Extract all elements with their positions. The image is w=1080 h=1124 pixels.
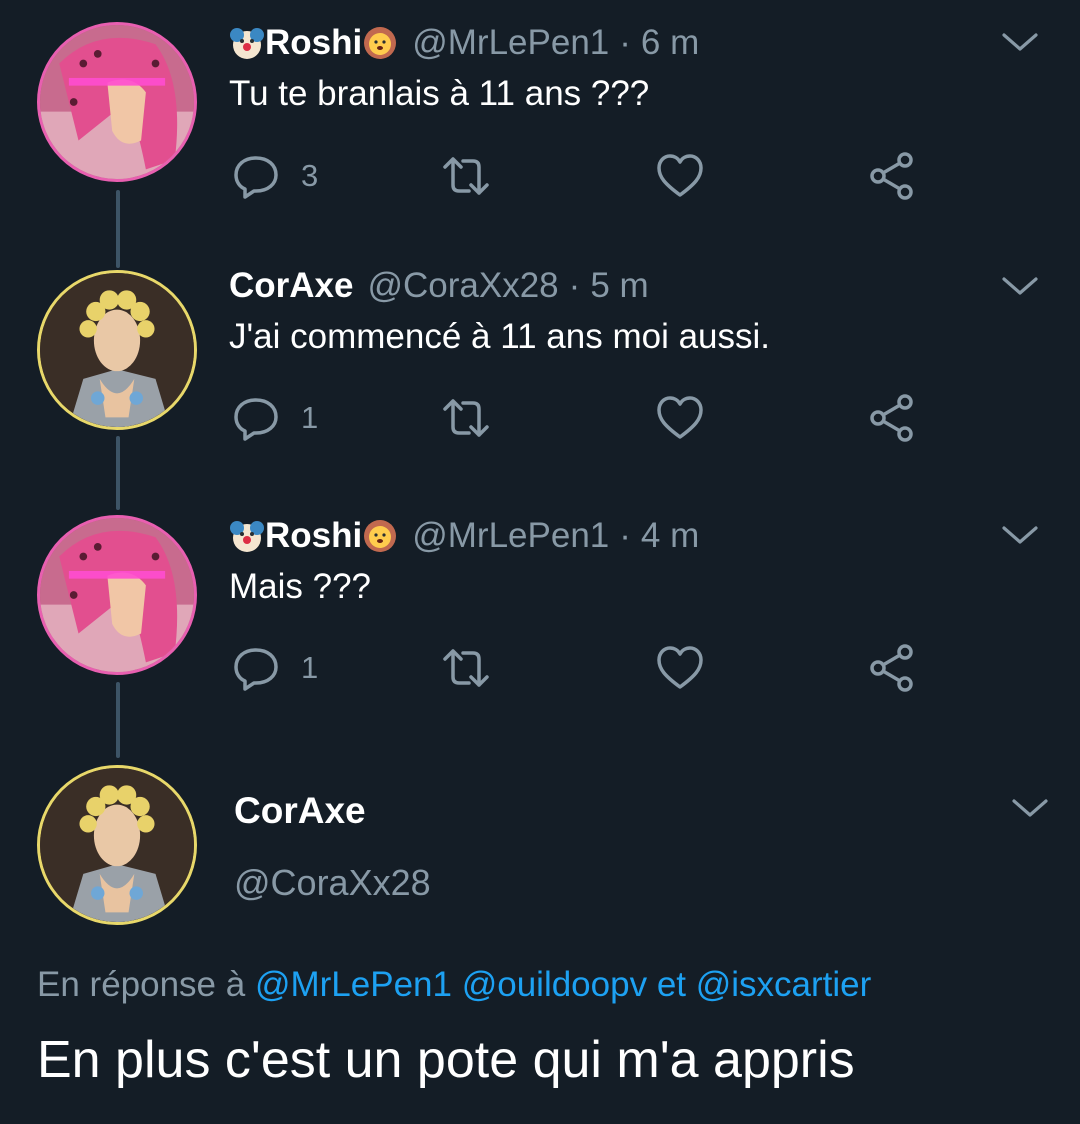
- user-handle[interactable]: @MrLePen1: [412, 516, 609, 556]
- retweet-button[interactable]: [441, 149, 491, 203]
- like-button[interactable]: [655, 149, 705, 203]
- mention-link[interactable]: @MrLePen1: [255, 965, 452, 1004]
- reply-button[interactable]: 1: [231, 641, 318, 695]
- user-handle[interactable]: @MrLePen1: [412, 23, 609, 63]
- retweet-button[interactable]: [441, 391, 491, 445]
- reply-count: 3: [301, 158, 319, 193]
- heart-icon: [655, 151, 705, 201]
- thread-line-2: [116, 436, 120, 510]
- reply-button[interactable]: 1: [231, 391, 318, 445]
- user-handle[interactable]: @CoraXx28: [234, 862, 431, 904]
- display-name[interactable]: CorAxe: [229, 266, 353, 306]
- timestamp[interactable]: 4 m: [641, 516, 699, 556]
- tweet-actions: 1: [229, 391, 929, 445]
- retweet-icon: [441, 643, 491, 693]
- tweet-actions: 1: [229, 641, 929, 695]
- avatar[interactable]: [37, 270, 197, 430]
- reply-button[interactable]: 3: [231, 149, 318, 203]
- tweet-text: Mais ???: [229, 567, 372, 606]
- share-button[interactable]: [867, 149, 917, 203]
- reply-count: 1: [301, 650, 319, 685]
- blond-hair-avatar-icon: [40, 768, 194, 922]
- share-icon: [867, 151, 917, 201]
- avatar[interactable]: [37, 22, 197, 182]
- display-name[interactable]: Roshi: [265, 516, 362, 556]
- pink-hair-avatar-icon: [40, 25, 194, 179]
- heart-icon: [655, 393, 705, 443]
- chevron-down-icon[interactable]: [1010, 788, 1050, 828]
- share-button[interactable]: [867, 641, 917, 695]
- display-name[interactable]: Roshi: [265, 23, 362, 63]
- main-tweet-text: En plus c'est un pote qui m'a appris: [37, 1031, 855, 1089]
- blond-hair-avatar-icon: [40, 273, 194, 427]
- retweet-button[interactable]: [441, 641, 491, 695]
- tweet-header: Roshi @MrLePen1 · 4 m: [229, 511, 699, 561]
- retweet-icon: [441, 393, 491, 443]
- like-button[interactable]: [655, 391, 705, 445]
- tweet-text: Tu te branlais à 11 ans ???: [229, 74, 650, 113]
- display-name[interactable]: CorAxe: [234, 790, 366, 832]
- reply-prefix: En réponse à: [37, 965, 246, 1004]
- reply-icon: [231, 393, 281, 443]
- chevron-down-icon[interactable]: [1000, 22, 1040, 62]
- clown-emoji-icon: [229, 25, 265, 61]
- clown-emoji-icon: [229, 518, 265, 554]
- share-icon: [867, 393, 917, 443]
- avatar[interactable]: [37, 515, 197, 675]
- mention-link[interactable]: @ouildoopv: [462, 965, 647, 1004]
- tweet-header: Roshi @MrLePen1 · 6 m: [229, 18, 699, 68]
- reply-icon: [231, 151, 281, 201]
- tweet-actions: 3: [229, 149, 929, 203]
- like-button[interactable]: [655, 641, 705, 695]
- lion-emoji-icon: [362, 518, 398, 554]
- heart-icon: [655, 643, 705, 693]
- tweet-text: J'ai commencé à 11 ans moi aussi.: [229, 317, 770, 356]
- separator-dot: ·: [568, 266, 581, 305]
- tweet-header: CorAxe @CoraXx28 · 5 m: [229, 261, 649, 311]
- reply-count: 1: [301, 400, 319, 435]
- timestamp[interactable]: 5 m: [590, 266, 648, 306]
- share-button[interactable]: [867, 391, 917, 445]
- reply-context: En réponse à @MrLePen1 @ouildoopv et @is…: [37, 965, 871, 1005]
- separator-dot: ·: [619, 23, 631, 62]
- pink-hair-avatar-icon: [40, 518, 194, 672]
- separator-dot: ·: [619, 516, 631, 555]
- retweet-icon: [441, 151, 491, 201]
- chevron-down-icon[interactable]: [1000, 266, 1040, 306]
- thread-line-1: [116, 190, 120, 268]
- user-handle[interactable]: @CoraXx28: [367, 266, 558, 306]
- lion-emoji-icon: [362, 25, 398, 61]
- timestamp[interactable]: 6 m: [641, 23, 699, 63]
- chevron-down-icon[interactable]: [1000, 515, 1040, 555]
- reply-icon: [231, 643, 281, 693]
- mention-link[interactable]: @isxcartier: [696, 965, 872, 1004]
- avatar[interactable]: [37, 765, 197, 925]
- mention-joiner[interactable]: et: [657, 965, 686, 1004]
- share-icon: [867, 643, 917, 693]
- thread-line-3: [116, 682, 120, 758]
